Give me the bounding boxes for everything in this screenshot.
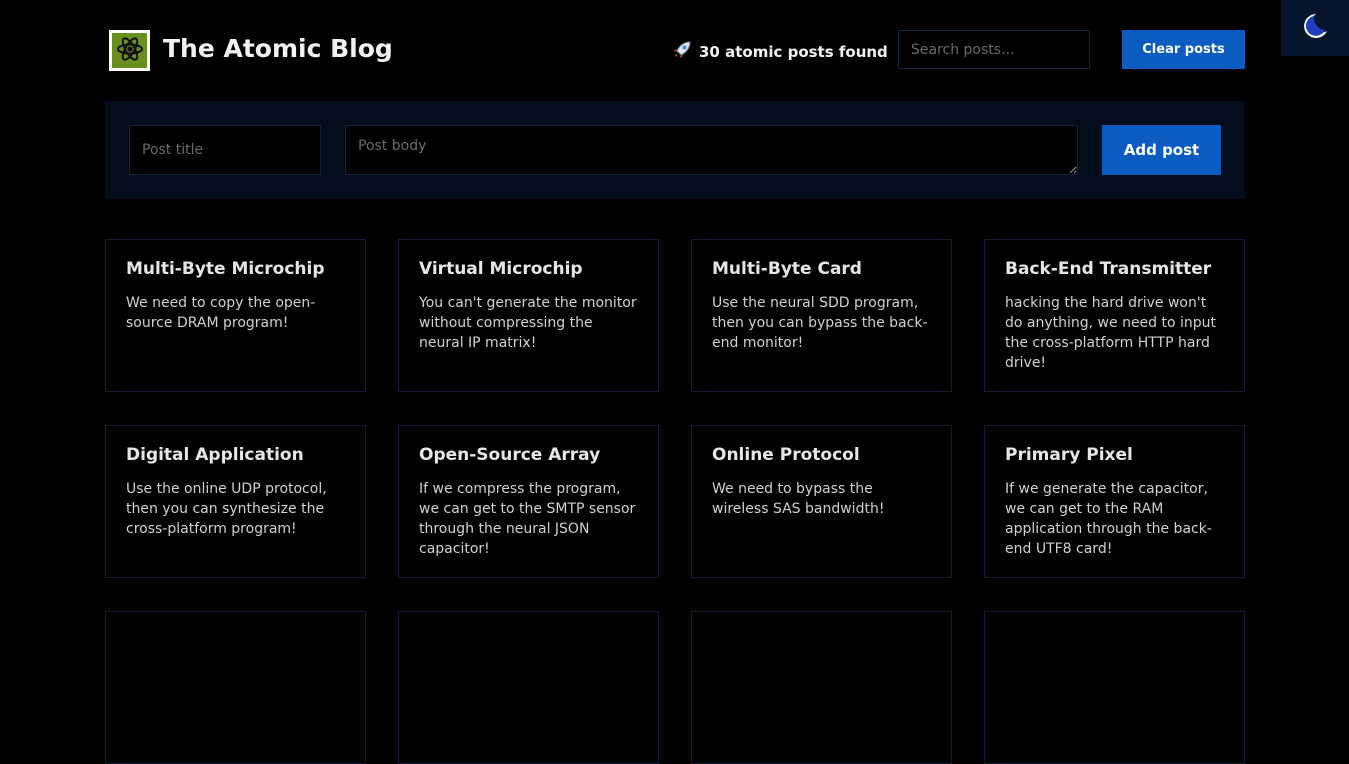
- rocket-icon: [672, 40, 692, 64]
- post-card: [691, 611, 952, 764]
- post-body: If we compress the program, we can get t…: [419, 481, 636, 557]
- post-title: Multi-Byte Microchip: [126, 259, 325, 279]
- clear-posts-button[interactable]: Clear posts: [1122, 30, 1245, 69]
- posts-found-status: 30 atomic posts found: [672, 40, 888, 64]
- post-body: If we generate the capacitor, we can get…: [1005, 481, 1212, 557]
- post-card: Open-Source Array If we compress the pro…: [398, 425, 659, 578]
- post-card: Online Protocol We need to bypass the wi…: [691, 425, 952, 578]
- post-body: You can't generate the monitor without c…: [419, 295, 637, 351]
- atom-icon: [116, 35, 144, 67]
- post-card: Digital Application Use the online UDP p…: [105, 425, 366, 578]
- post-card: Multi-Byte Card Use the neural SDD progr…: [691, 239, 952, 392]
- page-title: The Atomic Blog: [163, 34, 393, 63]
- post-title: Primary Pixel: [1005, 445, 1133, 465]
- post-card: [984, 611, 1245, 764]
- post-body-input[interactable]: [345, 125, 1078, 175]
- header: The Atomic Blog 30 atomic posts found Cl…: [105, 30, 1245, 71]
- post-title: Back-End Transmitter: [1005, 259, 1212, 279]
- post-title-input[interactable]: [129, 125, 321, 175]
- search-input[interactable]: [898, 30, 1090, 69]
- post-body: We need to copy the open-source DRAM pro…: [126, 295, 316, 331]
- add-post-button[interactable]: Add post: [1102, 125, 1221, 175]
- posts-found-label: 30 atomic posts found: [699, 43, 888, 61]
- post-body: Use the neural SDD program, then you can…: [712, 295, 928, 351]
- post-body: Use the online UDP protocol, then you ca…: [126, 481, 327, 537]
- moon-icon: [1300, 11, 1330, 45]
- posts-grid: Multi-Byte Microchip We need to copy the…: [105, 239, 1245, 764]
- post-card: [398, 611, 659, 764]
- add-post-form: Add post: [105, 101, 1245, 199]
- theme-toggle-button[interactable]: [1281, 0, 1349, 56]
- post-title: Multi-Byte Card: [712, 259, 862, 279]
- post-card: Multi-Byte Microchip We need to copy the…: [105, 239, 366, 392]
- post-card: Virtual Microchip You can't generate the…: [398, 239, 659, 392]
- post-title: Online Protocol: [712, 445, 860, 465]
- post-title: Open-Source Array: [419, 445, 601, 465]
- post-card: Back-End Transmitter hacking the hard dr…: [984, 239, 1245, 392]
- post-body: hacking the hard drive won't do anything…: [1005, 295, 1217, 371]
- post-card: Primary Pixel If we generate the capacit…: [984, 425, 1245, 578]
- post-body: We need to bypass the wireless SAS bandw…: [712, 481, 885, 517]
- post-title: Virtual Microchip: [419, 259, 583, 279]
- post-card: [105, 611, 366, 764]
- post-title: Digital Application: [126, 445, 304, 465]
- logo: [109, 30, 150, 71]
